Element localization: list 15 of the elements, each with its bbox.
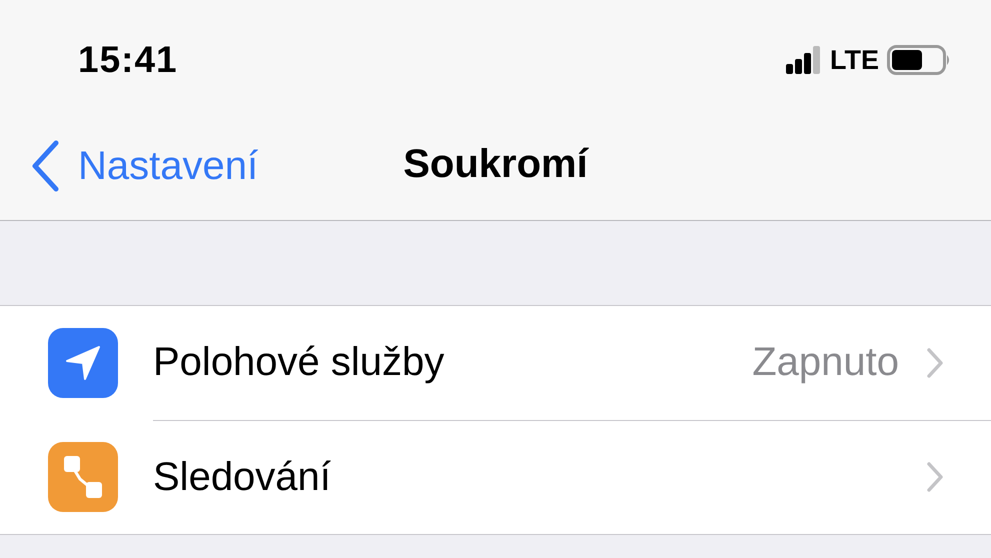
- settings-row[interactable]: Polohové služby Zapnuto: [0, 306, 991, 420]
- tracking-icon: [48, 442, 118, 512]
- back-button[interactable]: Nastavení: [30, 140, 258, 192]
- row-value: Zapnuto: [752, 340, 899, 385]
- chevron-icon: [927, 348, 943, 378]
- chevron-icon: [927, 462, 943, 492]
- page-title: Soukromí: [403, 142, 588, 187]
- row-label: Polohové služby: [153, 340, 446, 385]
- back-chevron-icon: [30, 140, 60, 192]
- signal-icon: [786, 46, 822, 74]
- row-label: Sledování: [153, 454, 332, 500]
- settings-row[interactable]: Sledování: [0, 420, 991, 534]
- network-type: LTE: [830, 44, 879, 76]
- clock-time: 15:41: [78, 39, 178, 81]
- battery-icon: [887, 45, 951, 75]
